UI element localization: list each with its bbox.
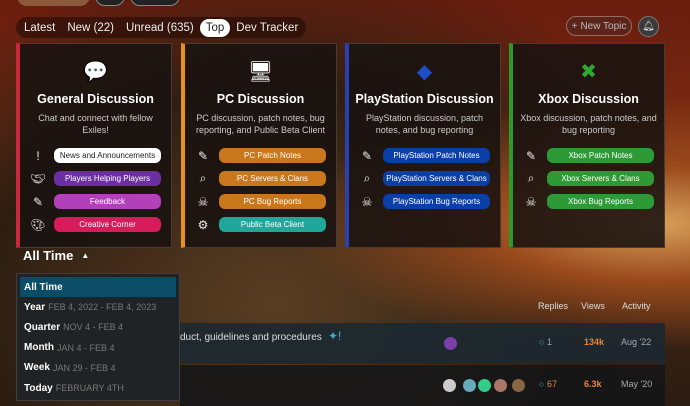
views-count: 6.3k [584, 379, 602, 389]
top-button-2[interactable] [95, 0, 125, 6]
avatar [478, 379, 491, 392]
activity-date[interactable]: May '20 [621, 379, 652, 389]
category-title[interactable]: PC Discussion [185, 92, 336, 106]
subcategory-link[interactable]: PC Servers & Clans [219, 171, 326, 186]
avatar [494, 379, 507, 392]
subcategory-link[interactable]: Xbox Patch Notes [547, 148, 654, 163]
column-activity[interactable]: Activity [622, 301, 651, 311]
servers-icon: ⌕ [199, 171, 207, 185]
period-selector[interactable]: All Time ▲ [23, 248, 89, 263]
category-description: Chat and connect with fellow Exiles! [38, 113, 153, 135]
handshake-icon: 🤝︎ [30, 171, 46, 186]
period-dropdown: All Time Year FEB 4, 2022 - FEB 4, 2023 Qua… [16, 273, 180, 401]
period-option[interactable]: Year FEB 4, 2022 - FEB 4, 2023 [20, 297, 176, 317]
plus-icon: + [571, 20, 578, 32]
period-option[interactable]: Week JAN 29 - FEB 4 [20, 358, 176, 378]
column-views[interactable]: Views [581, 301, 605, 311]
tab-unread[interactable]: Unread (635) [120, 19, 200, 37]
replies-count: ○ 1 [539, 337, 552, 347]
subcategory-link[interactable]: Feedback [54, 194, 161, 209]
category-card[interactable]: ✖ Xbox Discussion Xbox discussion, patch… [509, 43, 665, 248]
avatar [463, 379, 476, 392]
xbox-icon: ✖ [580, 60, 597, 83]
tab-top[interactable]: Top [199, 18, 231, 37]
patch-notes-icon: ✎ [525, 148, 537, 163]
bell-icon: 🔔︎ [642, 21, 655, 32]
topic-title[interactable]: duct, guidelines and procedures [180, 332, 322, 343]
new-topic-button[interactable]: + New Topic [566, 16, 632, 36]
avatar [512, 379, 525, 392]
tab-new[interactable]: New (22) [61, 19, 120, 37]
category-description: PlayStation discussion, patch notes, and… [365, 113, 484, 135]
feedback-icon: ✎ [32, 194, 44, 209]
period-option[interactable]: Today FEBRUARY 4TH [20, 378, 176, 398]
subcategory-link[interactable]: PlayStation Servers & Clans [383, 171, 490, 186]
subcategory-link[interactable]: Creative Corner [54, 217, 161, 232]
gear-icon: ⚙ [197, 217, 209, 232]
subcategory-link[interactable]: Xbox Servers & Clans [547, 171, 654, 186]
playstation-icon: ◆ [416, 60, 433, 83]
period-option[interactable]: Month JAN 4 - FEB 4 [20, 338, 176, 358]
bug-icon: ☠ [197, 194, 209, 209]
views-count: 134k [584, 337, 605, 347]
replies-count: ○ 67 [539, 379, 557, 389]
subcategory-link[interactable]: News and Announcements [54, 148, 161, 163]
category-card[interactable]: 💬 General Discussion Chat and connect wi… [16, 43, 172, 248]
comment-icon: ○ [539, 337, 545, 347]
activity-date[interactable]: Aug '22 [621, 337, 651, 347]
category-card[interactable]: ◆ PlayStation Discussion PlayStation dis… [345, 43, 501, 248]
servers-icon: ⌕ [527, 171, 535, 185]
category-card[interactable]: 🖥 PC Discussion PC discussion, patch not… [181, 43, 337, 248]
subcategory-link[interactable]: PlayStation Patch Notes [383, 148, 490, 163]
subcategory-link[interactable]: Xbox Bug Reports [547, 194, 654, 209]
column-replies[interactable]: Replies [538, 301, 568, 311]
avatar [443, 379, 456, 392]
patch-notes-icon: ✎ [361, 148, 373, 163]
palette-icon: 🎨︎ [30, 217, 46, 232]
comment-icon: ○ [539, 379, 545, 389]
category-title[interactable]: Xbox Discussion [513, 92, 664, 106]
category-description: Xbox discussion, patch notes, and bug re… [520, 113, 657, 135]
topic-row[interactable]: ○ 67 6.3k May '20 [180, 365, 665, 406]
period-option[interactable]: Quarter NOV 4 - FEB 4 [20, 317, 176, 337]
announcement-icon: ! [36, 148, 40, 163]
subcategory-link[interactable]: Public Beta Client [219, 217, 326, 232]
bug-icon: ☠ [525, 194, 537, 209]
period-option[interactable]: All Time [20, 277, 176, 298]
subcategory-link[interactable]: PlayStation Bug Reports [383, 194, 490, 209]
nav-tabs: Latest New (22) Unread (635) Top Dev Tra… [16, 17, 307, 38]
chat-icon: 💬 [83, 60, 108, 83]
servers-icon: ⌕ [363, 171, 371, 185]
caret-up-icon: ▲ [81, 251, 90, 260]
top-button-1[interactable] [17, 0, 90, 6]
category-description: PC discussion, patch notes, bug reportin… [195, 113, 326, 135]
tab-latest[interactable]: Latest [18, 19, 61, 37]
avatar [444, 337, 457, 350]
top-button-3[interactable] [130, 0, 180, 6]
notification-button[interactable]: 🔔︎ [638, 16, 659, 37]
category-title[interactable]: PlayStation Discussion [349, 92, 500, 106]
category-title[interactable]: General Discussion [20, 92, 171, 106]
subcategory-link[interactable]: PC Patch Notes [219, 148, 326, 163]
subcategory-link[interactable]: PC Bug Reports [219, 194, 326, 209]
subcategory-link[interactable]: Players Helping Players [54, 171, 161, 186]
patch-notes-icon: ✎ [197, 148, 209, 163]
pin-icon: ✦! [328, 329, 342, 343]
topic-row[interactable]: duct, guidelines and procedures ✦! ○ 1 1… [180, 323, 665, 364]
tab-dev-tracker[interactable]: Dev Tracker [230, 19, 304, 37]
bug-icon: ☠ [361, 194, 373, 209]
pc-icon: 🖥 [247, 60, 274, 83]
